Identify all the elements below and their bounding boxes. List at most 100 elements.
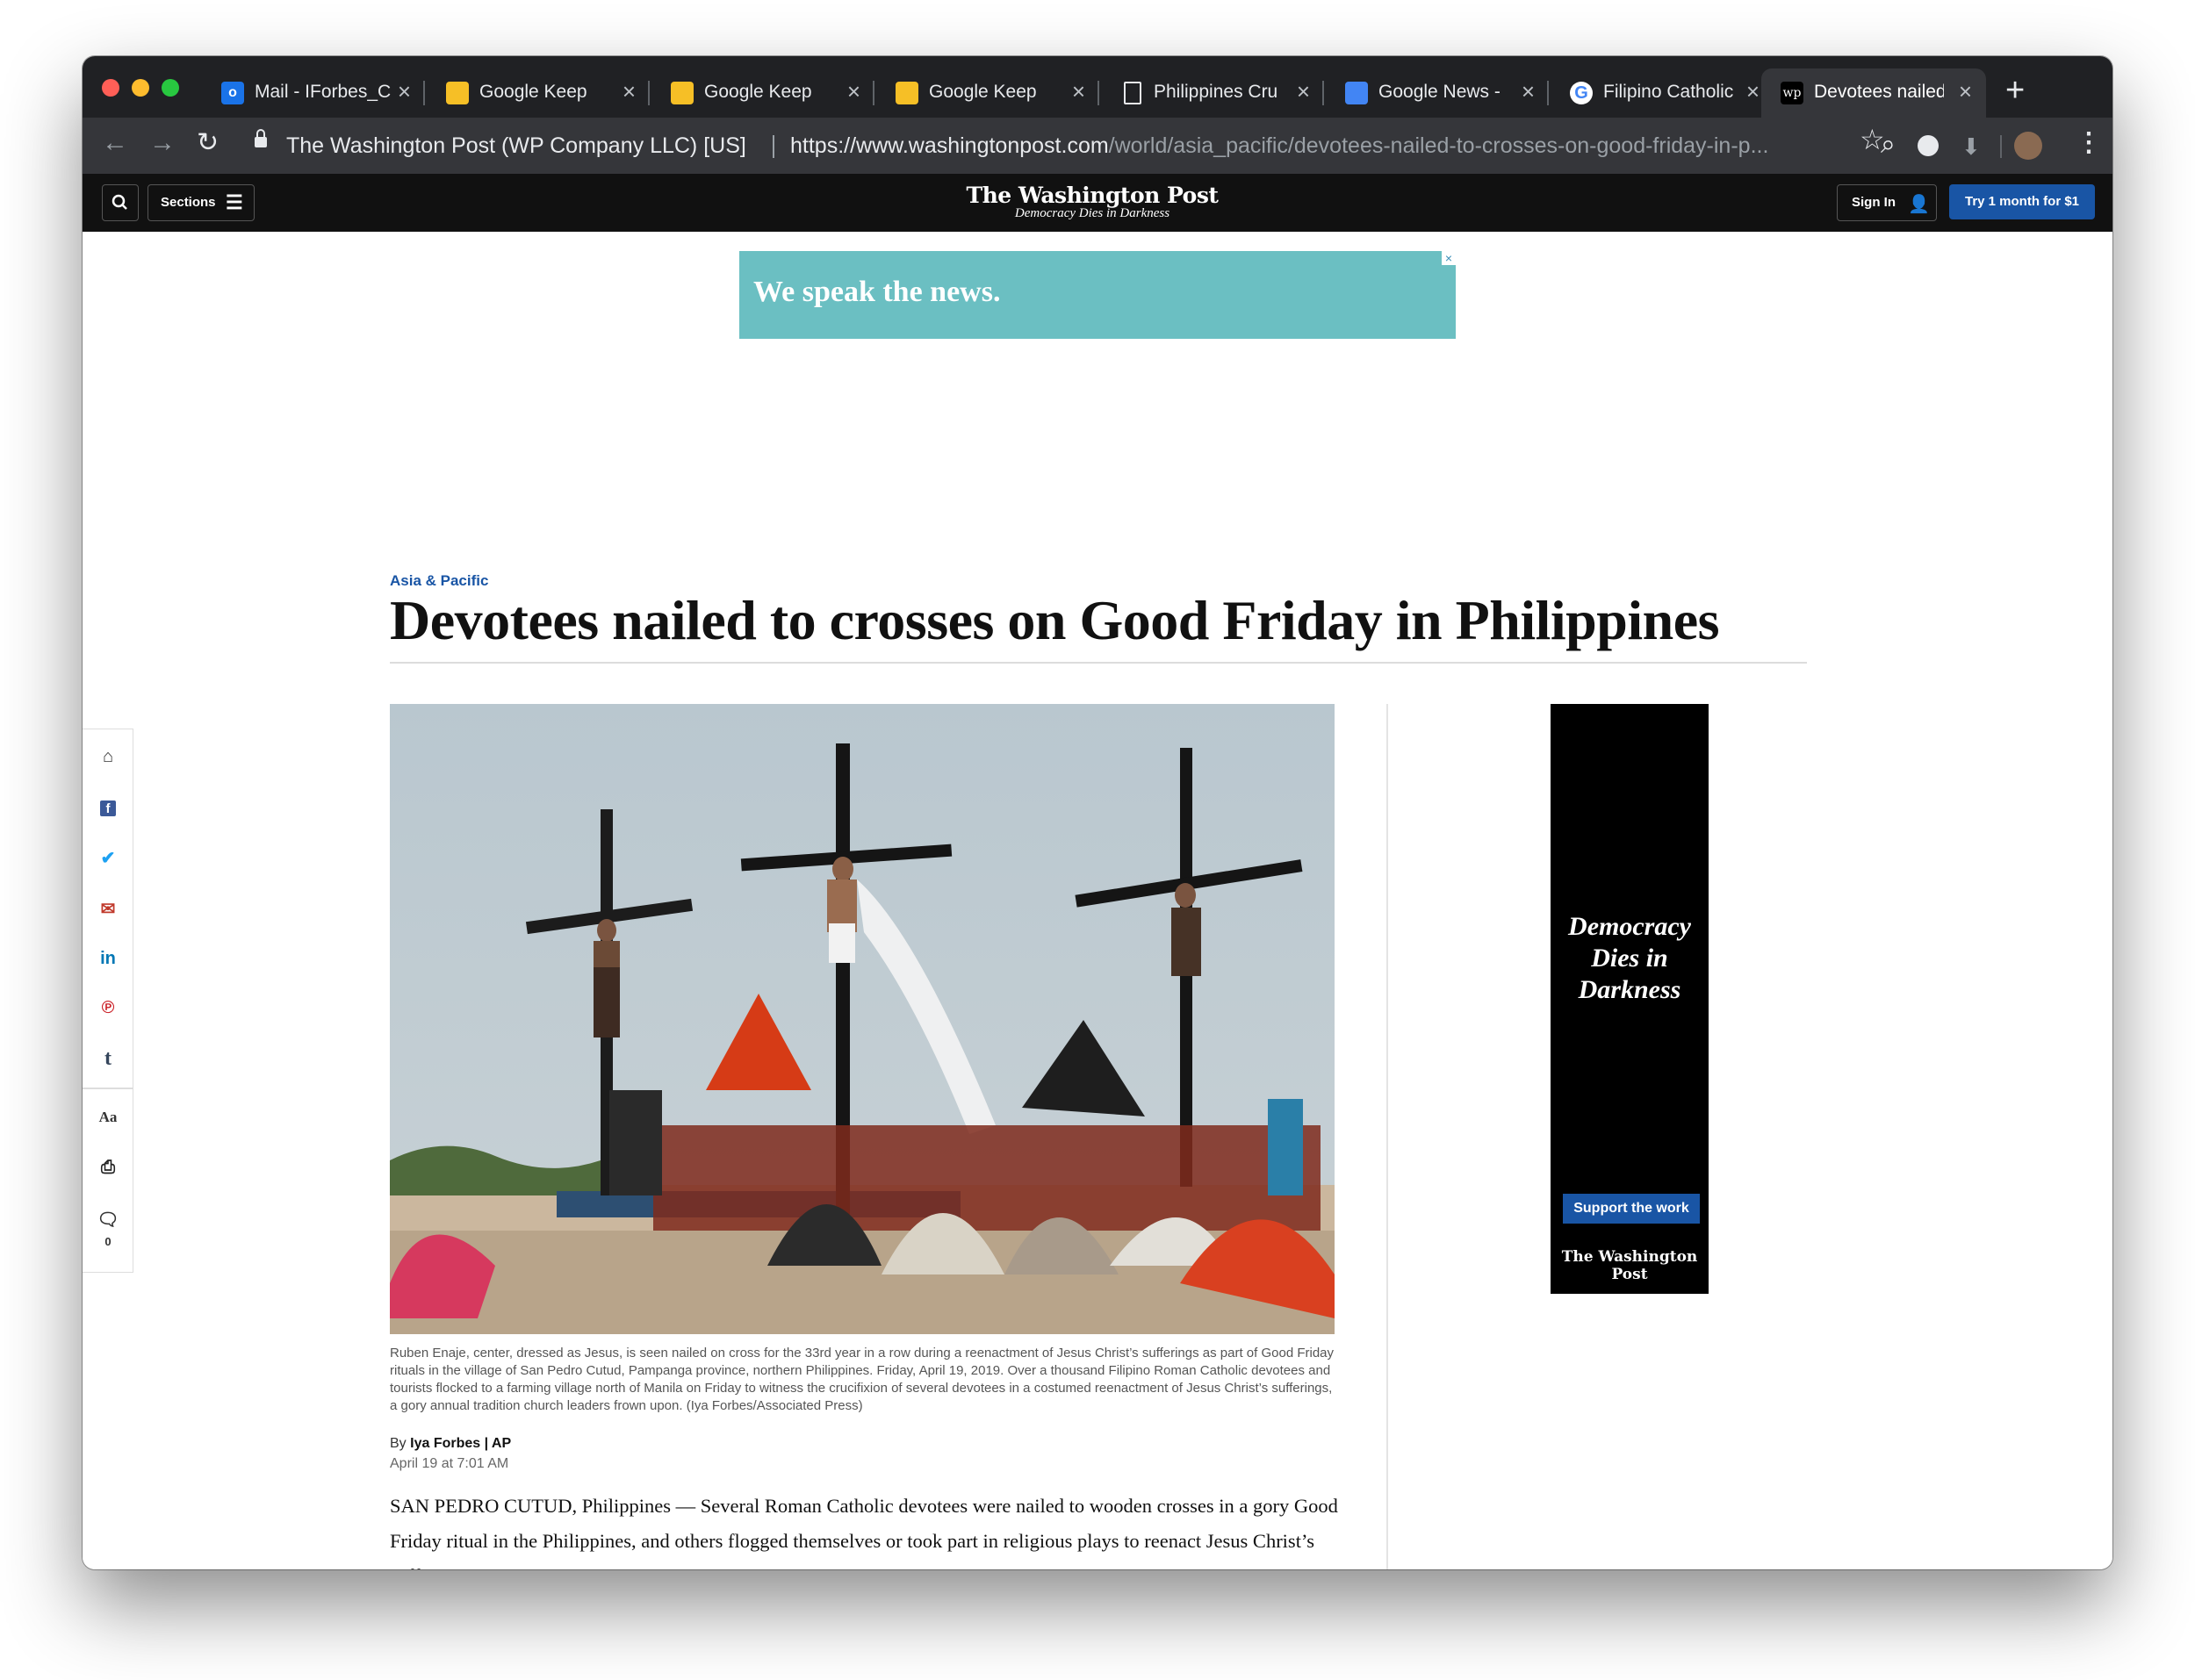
tab-philippines[interactable]: Philippines Cru × bbox=[1101, 68, 1324, 118]
publish-date: April 19 at 7:01 AM bbox=[390, 1456, 509, 1471]
facebook-icon[interactable]: f bbox=[83, 798, 133, 818]
search-icon bbox=[112, 194, 127, 210]
column-divider bbox=[1386, 704, 1388, 1569]
tab-divider bbox=[423, 81, 425, 105]
google-icon: G bbox=[1570, 82, 1593, 104]
tab-title: Google Keep bbox=[479, 82, 587, 102]
byline: By Iya Forbes | AP bbox=[390, 1436, 511, 1452]
document-icon bbox=[1124, 82, 1141, 104]
toolbar-divider bbox=[2000, 135, 2002, 158]
back-icon[interactable]: ← bbox=[102, 130, 128, 156]
site-identity[interactable]: The Washington Post (WP Company LLC) [US… bbox=[286, 133, 746, 159]
tumblr-icon[interactable]: t bbox=[83, 1047, 133, 1071]
comment-icon[interactable]: 🗨 bbox=[83, 1209, 133, 1231]
tab-title: Google News - bbox=[1378, 82, 1501, 102]
tab-title: Filipino Catholic bbox=[1603, 82, 1734, 102]
url-text[interactable]: https://www.washingtonpost.com/world/asi… bbox=[790, 133, 1800, 159]
tab-filipino-catholic[interactable]: G Filipino Catholic × bbox=[1551, 68, 1774, 118]
reload-icon[interactable]: ↻ bbox=[197, 130, 219, 156]
rail-divider bbox=[83, 1088, 133, 1089]
tab-close-icon[interactable]: × bbox=[1522, 78, 1535, 105]
tab-title: Google Keep bbox=[704, 82, 812, 102]
sections-label: Sections bbox=[161, 195, 216, 210]
wapo-icon: wp bbox=[1781, 82, 1803, 104]
browser-window: o Mail - IForbes_C × Google Keep × Googl… bbox=[83, 56, 2112, 1569]
tab-close-icon[interactable]: × bbox=[1959, 78, 1972, 105]
text-size-icon[interactable]: Aa bbox=[83, 1109, 133, 1126]
linkedin-icon[interactable]: in bbox=[83, 949, 133, 969]
masthead-tagline: Democracy Dies in Darkness bbox=[1014, 206, 1170, 220]
crucifixion-photo bbox=[390, 704, 1335, 1334]
bookmark-star-icon[interactable]: ☆ bbox=[1860, 126, 1885, 154]
pinterest-icon[interactable]: ℗ bbox=[83, 998, 133, 1018]
tab-devotees-active[interactable]: wp Devotees nailed × bbox=[1761, 68, 1986, 118]
ad-text: We speak the news. bbox=[753, 276, 1001, 308]
minimize-window-button[interactable] bbox=[132, 79, 149, 97]
site-header: Sections ☰ The Washington Post Democracy… bbox=[83, 174, 2112, 232]
ad-slogan: Democracy Dies in Darkness bbox=[1568, 912, 1691, 1004]
tab-mail[interactable]: o Mail - IForbes_C × bbox=[202, 68, 425, 118]
ad-close-icon[interactable]: × bbox=[1442, 251, 1456, 265]
tab-google-news[interactable]: Google News - × bbox=[1326, 68, 1549, 118]
sign-in-button[interactable]: Sign In 👤 bbox=[1837, 184, 1937, 221]
avatar[interactable] bbox=[2014, 132, 2042, 160]
home-icon[interactable]: ⌂ bbox=[83, 747, 133, 767]
tab-google-keep-1[interactable]: Google Keep × bbox=[427, 68, 650, 118]
headline-rule bbox=[390, 662, 1807, 664]
search-button[interactable] bbox=[102, 184, 139, 221]
masthead[interactable]: The Washington Post Democracy Dies in Da… bbox=[961, 183, 1224, 221]
user-icon: 👤 bbox=[1908, 195, 1930, 214]
tab-divider bbox=[648, 81, 650, 105]
tab-title: Google Keep bbox=[929, 82, 1037, 102]
tab-divider bbox=[873, 81, 874, 105]
article-headline: Devotees nailed to crosses on Good Frida… bbox=[390, 589, 1720, 651]
sidebar-ad[interactable]: Democracy Dies in Darkness Support the w… bbox=[1551, 704, 1709, 1294]
close-window-button[interactable] bbox=[102, 79, 119, 97]
comment-count: 0 bbox=[104, 1235, 112, 1248]
section-kicker[interactable]: Asia & Pacific bbox=[390, 572, 488, 590]
zoom-window-button[interactable] bbox=[162, 79, 179, 97]
support-button[interactable]: Support the work bbox=[1563, 1194, 1700, 1224]
tab-divider bbox=[1098, 81, 1099, 105]
tab-google-keep-2[interactable]: Google Keep × bbox=[651, 68, 874, 118]
tab-close-icon[interactable]: × bbox=[1297, 78, 1310, 105]
email-icon[interactable]: ✉ bbox=[83, 898, 133, 920]
news-icon bbox=[1345, 82, 1368, 104]
top-banner-ad[interactable]: We speak the news. × bbox=[739, 251, 1456, 339]
address-bar[interactable]: The Washington Post (WP Company LLC) [US… bbox=[239, 125, 1921, 167]
print-icon[interactable]: ⎙ bbox=[83, 1158, 133, 1178]
sections-button[interactable]: Sections ☰ bbox=[148, 184, 255, 221]
extension-icon[interactable] bbox=[1918, 135, 1939, 156]
keep-icon bbox=[671, 82, 694, 104]
hamburger-icon: ☰ bbox=[226, 191, 243, 213]
masthead-logo: The Washington Post bbox=[966, 183, 1219, 208]
browser-toolbar: ← → ↻ The Washington Post (WP Company LL… bbox=[83, 118, 2112, 174]
new-tab-button[interactable]: + bbox=[2005, 74, 2025, 107]
tab-title: Philippines Cru bbox=[1154, 82, 1278, 102]
tab-close-icon[interactable]: × bbox=[623, 78, 636, 105]
tab-title: Devotees nailed bbox=[1814, 82, 1944, 102]
sign-in-label: Sign In bbox=[1852, 195, 1896, 210]
tab-close-icon[interactable]: × bbox=[1072, 78, 1085, 105]
menu-kebab-icon[interactable]: ⋮ bbox=[2076, 130, 2102, 156]
article-body: SAN PEDRO CUTUD, Philippines — Several R… bbox=[390, 1495, 1338, 1569]
tab-close-icon[interactable]: × bbox=[1746, 78, 1760, 105]
tab-title: Mail - IForbes_C bbox=[255, 82, 392, 102]
share-rail: ⌂ f ✔ ✉ in ℗ t Aa ⎙ 🗨 0 bbox=[83, 729, 133, 1273]
tab-close-icon[interactable]: × bbox=[847, 78, 860, 105]
url-path: /world/asia_pacific/devotees-nailed-to-c… bbox=[1108, 133, 1769, 158]
keep-icon bbox=[896, 82, 918, 104]
trial-button[interactable]: Try 1 month for $1 bbox=[1949, 184, 2095, 219]
forward-icon[interactable]: → bbox=[149, 130, 176, 156]
tab-close-icon[interactable]: × bbox=[398, 78, 411, 105]
download-icon[interactable]: ⬇ bbox=[1961, 135, 1981, 158]
ad-logo: The Washington Post bbox=[1561, 1248, 1698, 1283]
tab-divider bbox=[1322, 81, 1324, 105]
article-photo[interactable] bbox=[390, 704, 1335, 1334]
byline-prefix: By bbox=[390, 1436, 407, 1451]
url-host: https://www.washingtonpost.com bbox=[790, 133, 1109, 158]
webpage: Sections ☰ The Washington Post Democracy… bbox=[83, 174, 2112, 1569]
twitter-icon[interactable]: ✔ bbox=[83, 847, 133, 869]
author-link[interactable]: Iya Forbes | AP bbox=[410, 1436, 511, 1451]
tab-google-keep-3[interactable]: Google Keep × bbox=[876, 68, 1099, 118]
